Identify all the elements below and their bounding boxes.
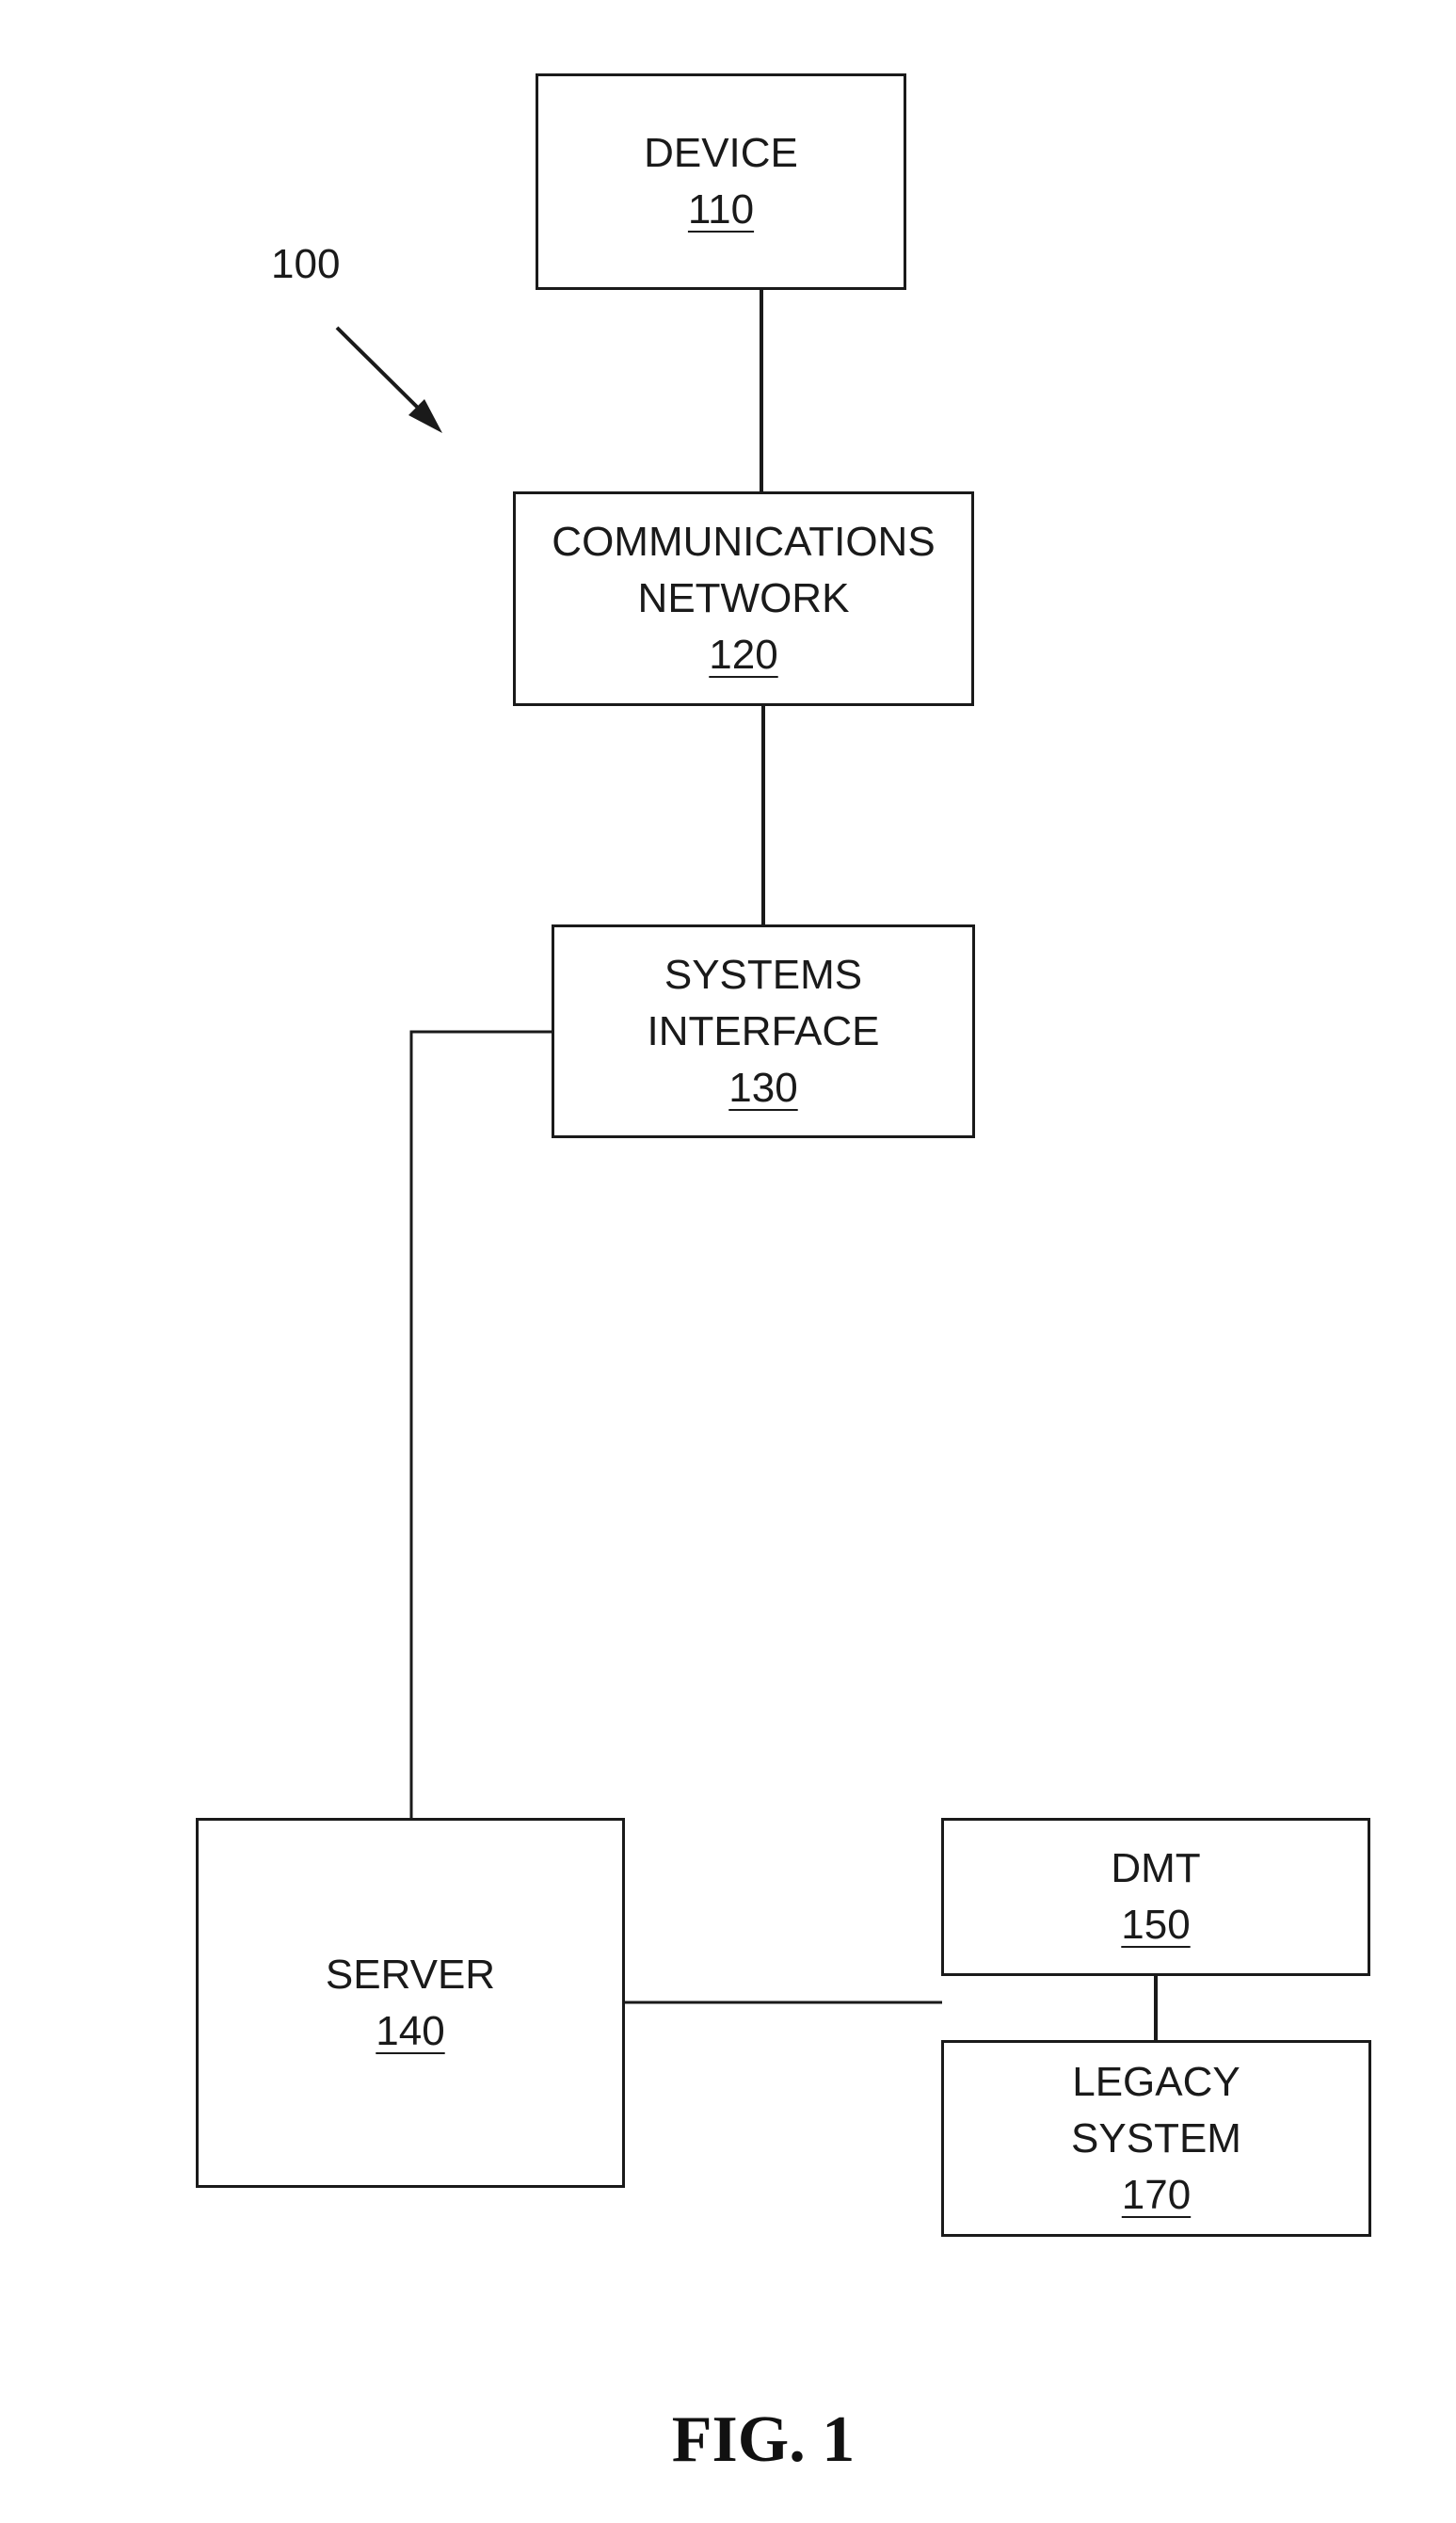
node-network-title-line2: NETWORK xyxy=(637,575,850,621)
node-legacy-title-line2: SYSTEM xyxy=(1071,2114,1241,2161)
diagram-canvas: 100 DEVICE 110 COMMUNICATIONS NETWORK 12… xyxy=(0,0,1456,2523)
figure-caption: FIG. 1 xyxy=(671,2403,856,2476)
node-legacy-system: LEGACY SYSTEM 170 xyxy=(941,2040,1371,2237)
node-communications-network: COMMUNICATIONS NETWORK 120 xyxy=(513,491,974,706)
node-dmt: DMT 150 xyxy=(941,1818,1370,1976)
node-server-ref: 140 xyxy=(376,2007,445,2054)
node-network-ref: 120 xyxy=(709,632,778,678)
node-legacy-ref: 170 xyxy=(1121,2171,1192,2218)
node-device-ref: 110 xyxy=(687,186,755,233)
node-device-title: DEVICE xyxy=(644,130,798,176)
node-systems-interface: SYSTEMS INTERFACE 130 xyxy=(552,924,975,1138)
edge-systems-interface-to-server xyxy=(409,1030,552,1819)
node-systems-interface-title-line2: INTERFACE xyxy=(647,1007,880,1054)
node-device: DEVICE 110 xyxy=(536,73,906,290)
node-server-title: SERVER xyxy=(325,1951,496,1998)
system-reference-label: 100 xyxy=(271,241,341,287)
node-server: SERVER 140 xyxy=(196,1818,625,2188)
node-dmt-title: DMT xyxy=(1111,1845,1201,1891)
node-systems-interface-title-line1: SYSTEMS xyxy=(664,951,863,998)
node-dmt-ref: 150 xyxy=(1121,1902,1191,1948)
node-systems-interface-ref: 130 xyxy=(728,1064,798,1111)
node-network-title-line1: COMMUNICATIONS xyxy=(552,519,936,565)
reference-arrow-shaft xyxy=(335,326,430,420)
node-legacy-title-line1: LEGACY xyxy=(1072,2058,1240,2105)
